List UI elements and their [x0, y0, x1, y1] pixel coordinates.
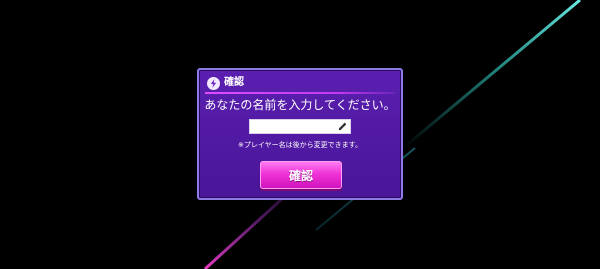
- magenta-beam: [203, 196, 285, 269]
- confirm-button[interactable]: 確認: [260, 161, 342, 189]
- header-divider: [205, 92, 395, 94]
- game-screen: 確認 あなたの名前を入力してください。 ※プレイヤー名は後から変更できます。 確…: [0, 0, 600, 269]
- dialog-header: 確認: [207, 75, 244, 91]
- name-change-note: ※プレイヤー名は後から変更できます。: [238, 141, 362, 149]
- pencil-icon[interactable]: [337, 121, 348, 132]
- name-entry-dialog: 確認 あなたの名前を入力してください。 ※プレイヤー名は後から変更できます。 確…: [197, 68, 403, 200]
- player-name-input[interactable]: [252, 120, 336, 133]
- name-prompt: あなたの名前を入力してください。: [204, 98, 396, 112]
- cyan-beam: [401, 0, 581, 151]
- player-name-field[interactable]: [249, 119, 351, 134]
- dialog-title: 確認: [224, 77, 244, 88]
- lightning-bolt-icon: [207, 76, 220, 90]
